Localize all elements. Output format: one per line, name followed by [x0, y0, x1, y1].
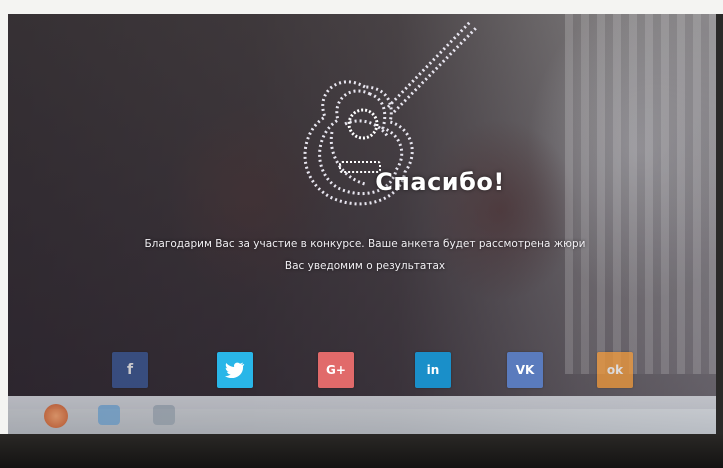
odnoklassniki-icon: ok: [606, 363, 624, 377]
facebook-icon: f: [126, 362, 134, 378]
twitter-icon: [225, 362, 245, 378]
photo-frame-left: [0, 0, 8, 468]
thank-you-message: Благодарим Вас за участие в конкурсе. Ва…: [30, 233, 700, 277]
monitor-edge: [716, 14, 723, 434]
photo-frame-top: [0, 0, 723, 14]
twitter-share-button[interactable]: t: [217, 352, 253, 388]
linkedin-share-button[interactable]: in: [415, 352, 451, 388]
taskbar: [8, 396, 716, 434]
googleplus-icon: G+: [326, 363, 346, 377]
taskbar-app-icon[interactable]: [98, 405, 120, 425]
odnoklassniki-share-button[interactable]: ok: [597, 352, 633, 388]
facebook-share-button[interactable]: f: [112, 352, 148, 388]
googleplus-share-button[interactable]: G+: [318, 352, 354, 388]
vk-icon: VK: [515, 363, 535, 377]
monitor-bezel: [0, 434, 723, 468]
window-curtain-reflection: [565, 14, 716, 374]
start-button[interactable]: [44, 404, 68, 428]
message-line: Вас уведомим о результатах: [284, 260, 446, 272]
linkedin-icon: in: [426, 363, 440, 377]
thank-you-title: Спасибо!: [375, 168, 505, 196]
taskbar-app-icon[interactable]: [153, 405, 175, 425]
vk-share-button[interactable]: VK: [507, 352, 543, 388]
message-line: Благодарим Вас за участие в конкурсе. Ва…: [144, 238, 586, 250]
